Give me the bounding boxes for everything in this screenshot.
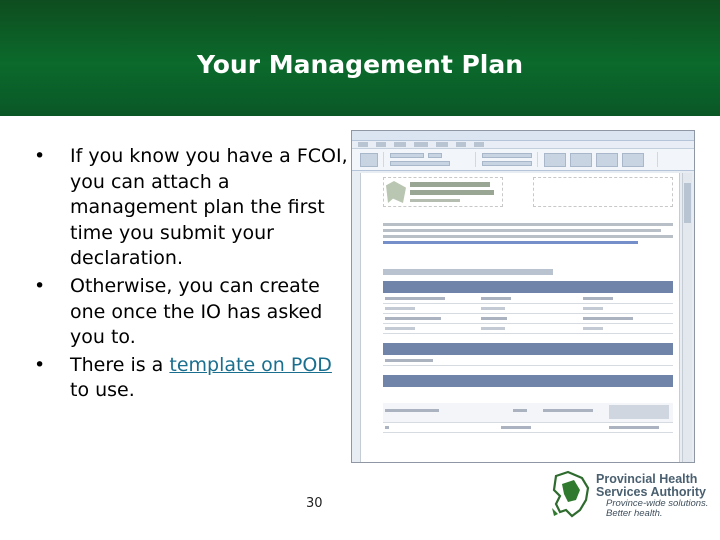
word-document-screenshot <box>351 130 695 463</box>
page-number: 30 <box>306 496 323 511</box>
document-page <box>360 173 680 462</box>
bullet-dot: • <box>34 145 46 167</box>
document-scrollbar <box>682 173 692 462</box>
bullet-text: Otherwise, you can create one once the I… <box>70 274 323 349</box>
logo-line-1: Provincial Health <box>596 472 698 486</box>
logo-line-2: Services Authority <box>596 485 706 499</box>
bullet-dot: • <box>34 353 46 376</box>
table-row <box>383 356 673 366</box>
slide-title: Your Management Plan <box>196 50 524 79</box>
bullet-text: If you know you have a FCOI, you can att… <box>70 145 348 270</box>
bullet-dot: • <box>34 274 46 297</box>
table-row <box>383 423 673 433</box>
bullet-text-after: to use. <box>70 379 135 402</box>
logo-line-4: Better health. <box>606 508 663 519</box>
phsa-logo: Provincial Health Services Authority Pro… <box>552 468 708 520</box>
table-row <box>383 304 673 314</box>
bullet-text: There is a template on POD to use. <box>70 353 352 404</box>
bullet-item: • There is a template on POD to use. <box>34 353 352 404</box>
table-section-band <box>383 375 673 387</box>
document-heading-line <box>383 269 553 275</box>
document-header-box <box>533 177 673 207</box>
document-paragraph <box>383 223 673 247</box>
word-title-bar <box>352 131 694 141</box>
table-header-band <box>383 281 673 293</box>
title-bar: Your Management Plan <box>0 0 720 116</box>
table-row <box>383 403 673 423</box>
template-link[interactable]: template on POD <box>169 354 332 376</box>
bullet-list: • If you know you have a FCOI, you can a… <box>34 144 352 406</box>
table-row <box>383 294 673 304</box>
document-header-logo <box>383 177 503 207</box>
word-ribbon <box>352 149 694 171</box>
bullet-text-before: There is a <box>70 353 170 376</box>
bullet-item: • Otherwise, you can create one once the… <box>34 274 352 351</box>
table-row <box>383 314 673 324</box>
bc-map-icon <box>552 470 590 518</box>
bullet-item: • If you know you have a FCOI, you can a… <box>34 144 352 272</box>
table-section-band <box>383 343 673 355</box>
word-ribbon-tabs <box>352 141 694 149</box>
table-row <box>383 324 673 334</box>
